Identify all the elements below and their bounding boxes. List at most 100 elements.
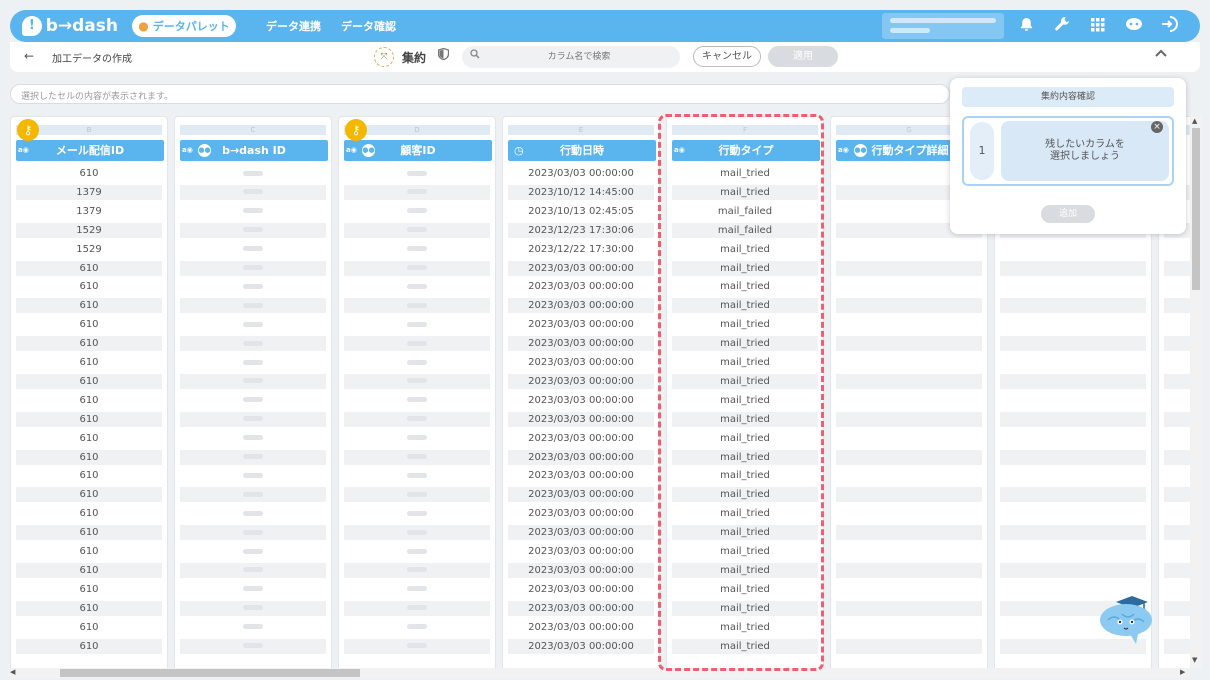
table-cell[interactable]: mail_tried [672,487,818,503]
table-cell[interactable]: 610 [16,260,162,276]
table-cell[interactable] [344,204,490,219]
table-cell[interactable]: mail_tried [672,449,818,465]
vertical-scroll-thumb[interactable] [1192,128,1200,290]
table-cell[interactable] [344,600,490,616]
table-cell[interactable] [180,620,326,635]
table-cell[interactable] [344,506,490,521]
table-cell[interactable]: 2023/03/03 00:00:00 [508,431,654,446]
table-cell[interactable] [180,544,326,559]
table-cell[interactable] [180,525,326,541]
table-cell[interactable] [836,544,982,559]
table-cell[interactable]: mail_failed [672,222,818,238]
table-cell[interactable] [1164,279,1190,294]
table-cell[interactable] [1000,355,1146,370]
table-cell[interactable] [180,393,326,408]
table-cell[interactable]: 610 [16,355,162,370]
table-cell[interactable] [1164,373,1190,389]
table-cell[interactable] [1000,468,1146,483]
table-cell[interactable] [180,222,326,238]
table-cell[interactable] [1000,525,1146,541]
table-cell[interactable]: mail_tried [672,336,818,352]
table-cell[interactable]: 2023/03/03 00:00:00 [508,620,654,635]
table-cell[interactable] [1164,468,1190,483]
table-cell[interactable] [836,449,982,465]
column-header[interactable]: a◉ ●● 顧客ID [344,140,492,161]
table-cell[interactable] [180,562,326,578]
table-cell[interactable] [344,544,490,559]
table-cell[interactable] [836,638,982,654]
table-cell[interactable]: 610 [16,317,162,332]
table-cell[interactable] [180,204,326,219]
add-button[interactable]: 追加 [1041,205,1095,223]
table-cell[interactable] [344,393,490,408]
table-cell[interactable] [1164,506,1190,521]
table-cell[interactable]: 2023/03/03 00:00:00 [508,317,654,332]
table-cell[interactable]: 2023/03/03 00:00:00 [508,562,654,578]
back-arrow-icon[interactable]: ← [24,49,34,63]
table-cell[interactable]: 610 [16,562,162,578]
cancel-button[interactable]: キャンセル [693,46,761,67]
table-cell[interactable]: 2023/10/13 02:45:05 [508,204,654,219]
table-cell[interactable]: 2023/03/03 00:00:00 [508,393,654,408]
table-cell[interactable] [1000,298,1146,314]
table-cell[interactable] [344,355,490,370]
table-cell[interactable]: 1379 [16,204,162,219]
table-cell[interactable] [1000,431,1146,446]
table-cell[interactable]: mail_tried [672,431,818,446]
mascot-brain-icon[interactable] [1098,594,1156,646]
user-account-area[interactable] [882,13,1004,39]
table-cell[interactable]: mail_tried [672,355,818,370]
table-cell[interactable]: 610 [16,373,162,389]
table-cell[interactable]: 610 [16,544,162,559]
scroll-up-icon[interactable]: ▲ [1192,117,1197,125]
table-cell[interactable]: 610 [16,411,162,427]
horizontal-scroll-thumb[interactable] [60,669,360,677]
table-cell[interactable]: 2023/03/03 00:00:00 [508,298,654,314]
table-cell[interactable] [836,336,982,352]
table-cell[interactable] [344,279,490,294]
table-cell[interactable] [836,468,982,483]
table-cell[interactable]: 2023/03/03 00:00:00 [508,468,654,483]
table-cell[interactable]: 610 [16,525,162,541]
table-cell[interactable]: 610 [16,393,162,408]
table-cell[interactable]: 2023/03/03 00:00:00 [508,506,654,521]
table-cell[interactable]: 610 [16,298,162,314]
table-cell[interactable] [344,582,490,597]
table-cell[interactable] [1164,487,1190,503]
table-cell[interactable] [1000,279,1146,294]
table-cell[interactable] [180,279,326,294]
table-cell[interactable] [180,468,326,483]
chevron-up-icon[interactable] [1154,46,1168,62]
table-cell[interactable] [180,184,326,200]
table-cell[interactable]: 610 [16,166,162,181]
table-cell[interactable]: mail_tried [672,260,818,276]
table-cell[interactable]: 610 [16,600,162,616]
table-cell[interactable]: 610 [16,582,162,597]
table-cell[interactable] [1164,242,1190,257]
table-cell[interactable] [1164,449,1190,465]
table-cell[interactable] [1164,638,1190,654]
table-cell[interactable] [344,468,490,483]
wrench-icon[interactable] [1044,16,1080,36]
table-cell[interactable] [344,298,490,314]
table-cell[interactable] [1164,393,1190,408]
table-cell[interactable] [344,525,490,541]
table-cell[interactable] [180,411,326,427]
table-cell[interactable] [1000,373,1146,389]
aggregation-item-card[interactable]: 1 残したいカラムを 選択しましょう × [962,116,1174,186]
table-cell[interactable] [344,317,490,332]
column-header[interactable]: ◷ 行動日時 [508,140,656,161]
table-cell[interactable] [836,562,982,578]
table-cell[interactable] [344,411,490,427]
table-cell[interactable]: mail_tried [672,582,818,597]
search-input[interactable] [486,49,672,65]
table-cell[interactable] [344,620,490,635]
table-cell[interactable] [1164,260,1190,276]
table-cell[interactable]: 2023/03/03 00:00:00 [508,487,654,503]
table-cell[interactable]: mail_tried [672,317,818,332]
table-cell[interactable] [180,260,326,276]
table-cell[interactable] [836,506,982,521]
cloud-icon[interactable] [1116,16,1152,36]
column-header[interactable]: a◉ 行動タイプ [672,140,820,161]
table-cell[interactable] [1164,355,1190,370]
